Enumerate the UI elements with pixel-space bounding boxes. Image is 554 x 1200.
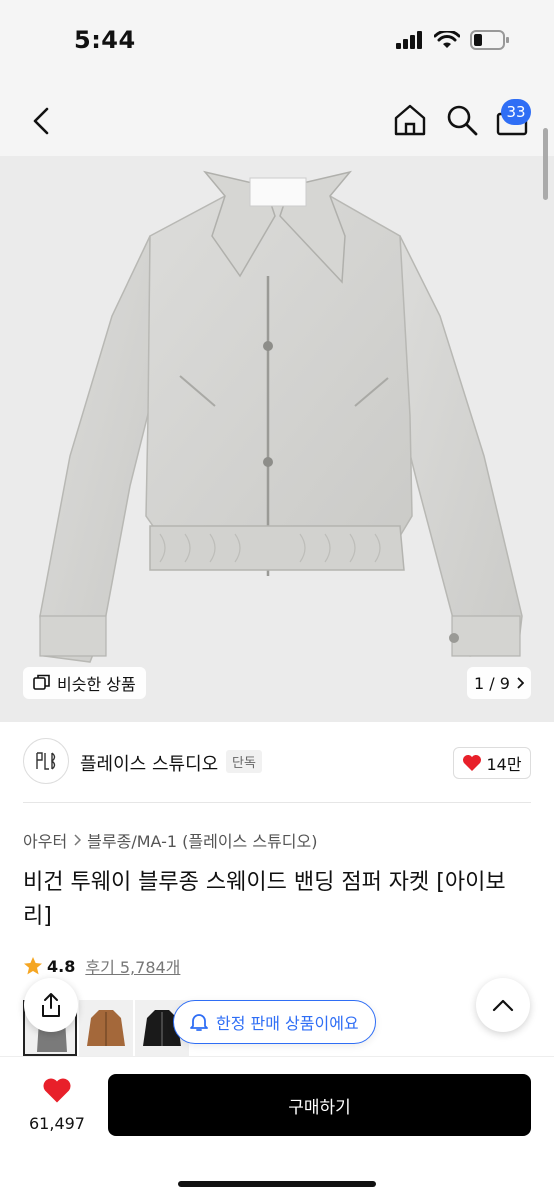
cart-count-badge: 33 — [501, 99, 531, 125]
status-icons — [396, 30, 510, 50]
jacket-image — [39, 170, 523, 663]
image-page-indicator[interactable]: 1 / 9 — [467, 667, 531, 699]
page-indicator-text: 1 / 9 — [474, 673, 510, 693]
wishlist-button[interactable]: 61,497 — [22, 1077, 92, 1133]
breadcrumb: 아우터 블루종/MA-1 (플레이스 스튜디오) — [23, 828, 318, 852]
product-title: 비건 투웨이 블루종 스웨이드 밴딩 점퍼 자켓 [아이보리] — [23, 870, 506, 929]
brand-logo-mark — [36, 752, 56, 770]
buy-button[interactable]: 구매하기 — [108, 1074, 531, 1136]
home-indicator — [178, 1181, 376, 1187]
rating-row: 4.8 후기 5,784개 — [23, 954, 180, 978]
brand-row: 플레이스 스튜디오 단독 14만 — [0, 738, 554, 788]
similar-products-label: 비슷한 상품 — [57, 675, 136, 694]
similar-products-button[interactable]: 비슷한 상품 — [23, 667, 146, 699]
signal-icon — [396, 31, 422, 49]
thumbnail-image — [87, 1010, 125, 1046]
home-icon[interactable] — [392, 102, 428, 138]
star-icon — [24, 957, 42, 975]
bottom-bar: 61,497 구매하기 — [0, 1056, 554, 1200]
review-link[interactable]: 후기 5,784개 — [85, 954, 180, 978]
brand-name[interactable]: 플레이스 스튜디오 — [80, 750, 218, 776]
search-icon[interactable] — [444, 102, 480, 138]
brand-like-button[interactable]: 14만 — [453, 747, 531, 779]
toast-text: 한정 판매 상품이에요 — [216, 1014, 359, 1033]
thumbnail-brown[interactable] — [79, 1000, 133, 1056]
status-bar: 5:44 — [0, 0, 554, 88]
product-image[interactable] — [0, 156, 554, 722]
scroll-to-top-button[interactable] — [476, 978, 530, 1032]
wishlist-count: 61,497 — [29, 1114, 85, 1133]
heart-icon — [43, 1078, 71, 1103]
breadcrumb-item[interactable]: 아우터 — [23, 828, 67, 852]
chevron-up-icon — [492, 999, 514, 1012]
wifi-icon — [434, 31, 460, 48]
exclusive-badge: 단독 — [226, 750, 262, 773]
divider — [23, 802, 531, 803]
breadcrumb-item[interactable]: 블루종/MA-1 (플레이스 스튜디오) — [87, 828, 317, 852]
chevron-right-icon — [517, 677, 524, 689]
chevron-right-icon — [74, 834, 82, 846]
heart-icon — [463, 755, 482, 771]
page-scrollbar[interactable] — [543, 128, 548, 200]
status-time: 5:44 — [74, 26, 136, 54]
chevron-left-icon — [33, 107, 49, 135]
share-button[interactable] — [24, 978, 78, 1032]
limited-sale-toast: 한정 판매 상품이에요 — [173, 1000, 376, 1044]
battery-icon — [470, 30, 509, 50]
bell-icon — [190, 1014, 208, 1031]
share-icon — [42, 993, 60, 1017]
back-button[interactable] — [24, 104, 58, 138]
nav-bar — [0, 88, 554, 156]
brand-logo[interactable] — [23, 738, 69, 784]
copy-icon — [33, 674, 50, 690]
brand-like-count: 14만 — [486, 755, 522, 774]
rating-value: 4.8 — [47, 956, 76, 976]
